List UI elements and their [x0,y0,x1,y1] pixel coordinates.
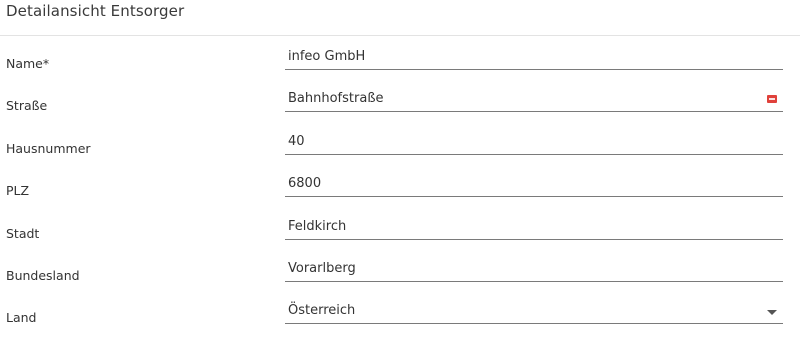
house-number-field[interactable]: 40 [285,133,783,155]
name-label: Name* [6,56,50,71]
form-row-state: Bundesland Vorarlberg [0,248,800,290]
state-field[interactable]: Vorarlberg [285,260,783,282]
city-label: Stadt [6,226,40,241]
form-row-postal-code: PLZ 6800 [0,163,800,205]
country-selected-value[interactable]: Österreich [288,303,748,321]
postal-code-field[interactable]: 6800 [285,175,783,197]
form-row-street: Straße Bahnhofstraße [0,78,800,120]
panel-header: Detailansicht Entsorger [0,0,800,36]
chevron-down-icon[interactable] [767,310,777,315]
street-input[interactable]: Bahnhofstraße [288,91,748,109]
postal-code-label: PLZ [6,183,30,198]
name-field[interactable]: infeo GmbH [285,48,783,70]
state-label: Bundesland [6,268,80,283]
form-row-name: Name* infeo GmbH [0,36,800,78]
country-select[interactable]: Österreich [285,302,783,324]
state-input[interactable]: Vorarlberg [288,261,748,279]
form-row-city: Stadt Feldkirch [0,206,800,248]
page-title: Detailansicht Entsorger [6,2,185,20]
form-row-country: Land Österreich [0,290,800,332]
form-row-house-number: Hausnummer 40 [0,121,800,163]
street-field[interactable]: Bahnhofstraße [285,90,783,112]
autofill-icon[interactable] [767,95,777,103]
city-field[interactable]: Feldkirch [285,218,783,240]
house-number-label: Hausnummer [6,141,91,156]
postal-code-input[interactable]: 6800 [288,176,748,194]
country-label: Land [6,310,37,325]
house-number-input[interactable]: 40 [288,134,748,152]
street-label: Straße [6,98,48,113]
city-input[interactable]: Feldkirch [288,219,748,237]
name-input[interactable]: infeo GmbH [288,49,748,67]
